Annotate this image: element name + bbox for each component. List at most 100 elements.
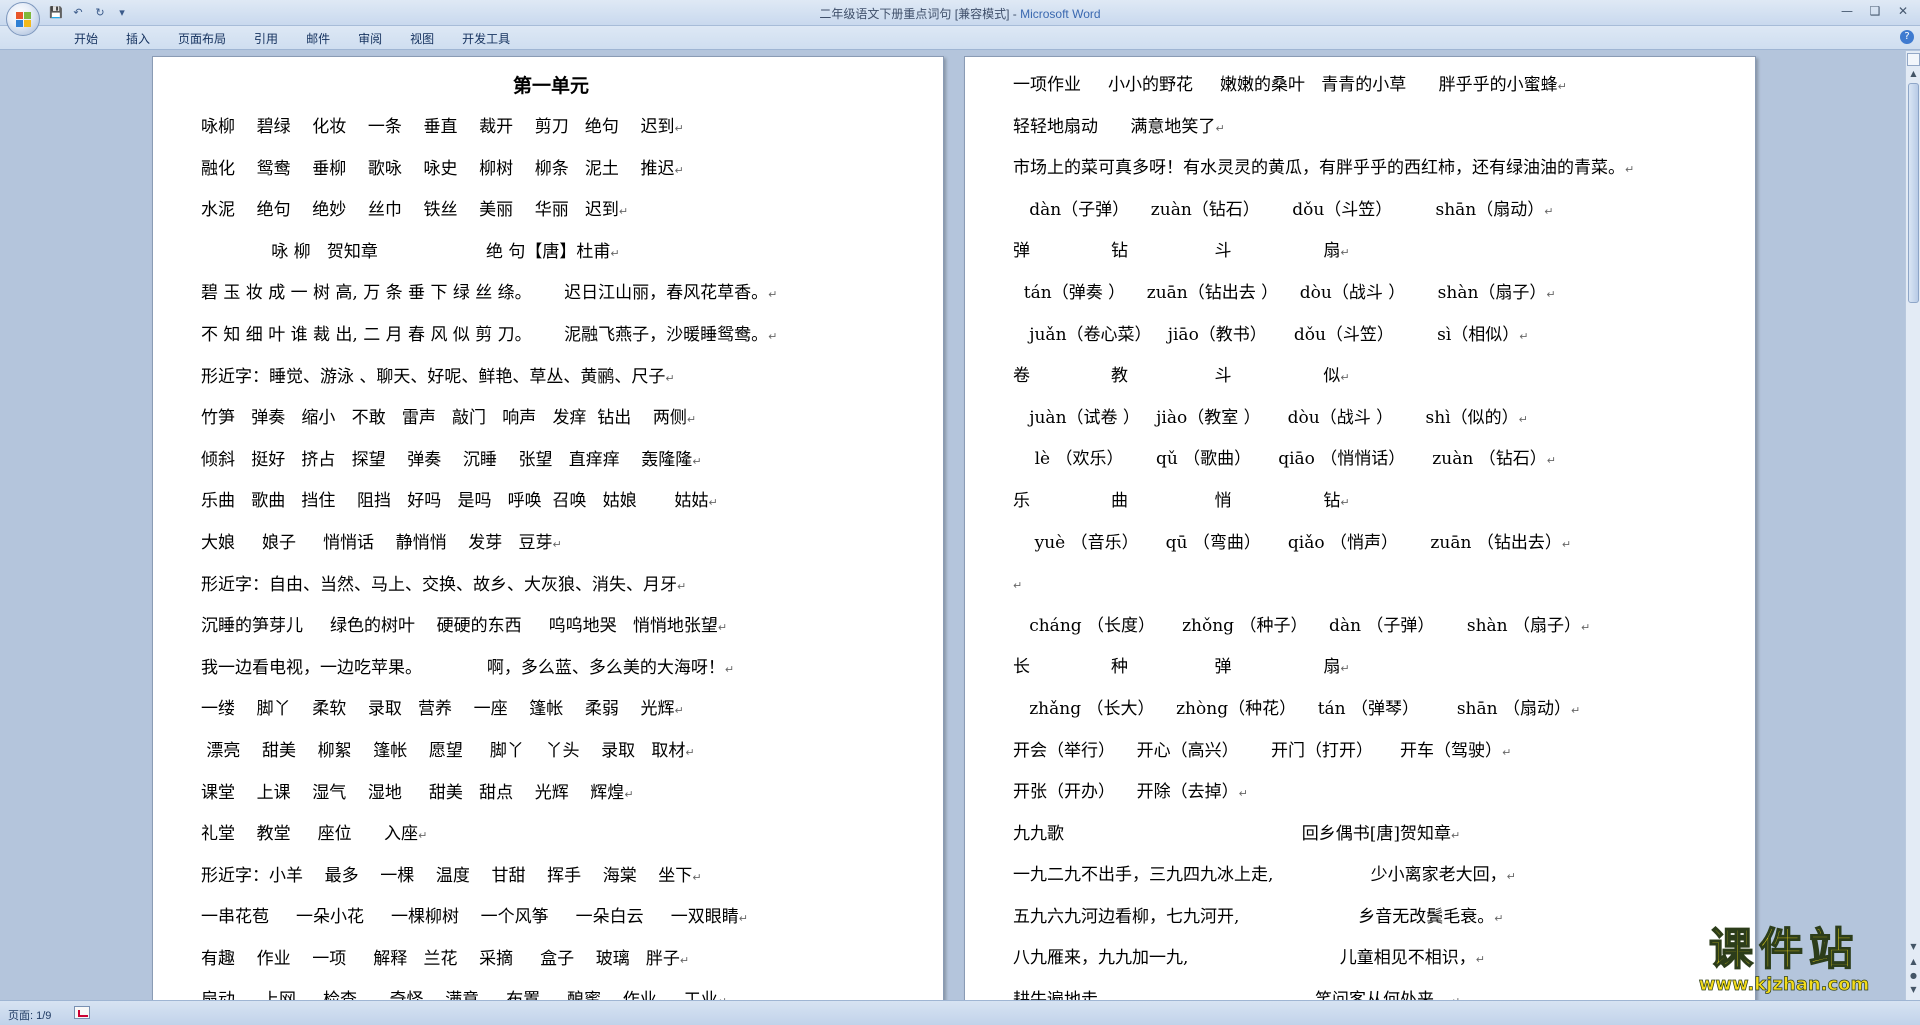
page-right[interactable]: 一项作业 小小的野花 嫩嫩的桑叶 青青的小草 胖乎乎的小蜜蜂↵ 轻轻地扇动 满意地… xyxy=(964,56,1756,1000)
paragraph-mark-icon: ↵ xyxy=(738,912,748,926)
tab-review[interactable]: 审阅 xyxy=(344,30,396,47)
text-line[interactable]: 不 知 细 叶 谁 裁 出, 二 月 春 风 似 剪 刀。 泥融飞燕子，沙暖睡鸳… xyxy=(201,315,901,357)
office-button[interactable] xyxy=(6,2,40,36)
text-line[interactable]: 融化 鸳鸯 垂柳 歌咏 咏史 柳树 柳条 泥土 推迟↵ xyxy=(201,149,901,191)
text-line[interactable]: 咏 柳 贺知章 绝 句【唐】杜甫↵ xyxy=(201,232,901,274)
unit-heading: 第一单元 xyxy=(512,75,589,97)
text-line[interactable]: 五九六九河边看柳，七九河开, 乡音无改鬓毛衰。↵ xyxy=(1013,897,1713,939)
tab-references[interactable]: 引用 xyxy=(240,30,292,47)
proofing-icon[interactable] xyxy=(74,1006,90,1019)
text-line[interactable]: 一缕 脚丫 柔软 录取 营养 一座 篷帐 柔弱 光辉↵ xyxy=(201,689,901,731)
paragraph-mark-icon: ↵ xyxy=(717,621,728,635)
text-line[interactable]: 一项作业 小小的野花 嫩嫩的桑叶 青青的小草 胖乎乎的小蜜蜂↵ xyxy=(1013,65,1713,107)
text-line[interactable]: 礼堂 教堂 座位 入座↵ xyxy=(201,814,901,856)
select-browse-object-icon[interactable]: ● xyxy=(1908,970,1919,982)
text-line[interactable]: 倾斜 挺好 挤占 探望 弹奏 沉睡 张望 直痒痒 轰隆隆↵ xyxy=(201,440,901,482)
paragraph-mark-icon: ↵ xyxy=(1506,870,1516,884)
text-line[interactable]: cháng （长度） zhǒng （种子） dàn （子弹） shàn （扇子）… xyxy=(1013,606,1713,648)
text-line[interactable]: 沉睡的笋芽儿 绿色的树叶 硬硬的东西 呜呜地哭 悄悄地张望↵ xyxy=(201,606,901,648)
text-line[interactable]: 水泥 绝句 绝妙 丝巾 铁丝 美丽 华丽 迟到↵ xyxy=(201,190,901,232)
close-icon[interactable]: ✕ xyxy=(1890,2,1916,20)
text-line[interactable]: tán（弹奏 ） zuān（钻出去 ） dòu（战斗 ） shàn（扇子）↵ xyxy=(1013,273,1713,315)
window-controls: — ❑ ✕ xyxy=(1834,2,1916,20)
line-text: 一串花苞 一朵小花 一棵柳树 一个风筝 一朵白云 一双眼睛 xyxy=(201,907,739,928)
help-icon[interactable]: ? xyxy=(1900,30,1914,44)
tab-page-layout[interactable]: 页面布局 xyxy=(164,30,240,47)
line-text: 课堂 上课 湿气 湿地 甜美 甜点 光辉 辉煌 xyxy=(201,782,625,803)
text-line[interactable]: 竹笋 弹奏 缩小 不敢 雷声 敲门 响声 发痒 钻出 两侧↵ xyxy=(201,398,901,440)
text-line[interactable]: 市场上的菜可真多呀！有水灵灵的黄瓜，有胖乎乎的西红柿，还有绿油油的青菜。↵ xyxy=(1013,148,1713,190)
text-line[interactable]: juàn（试卷 ） jiào（教室 ） dòu（战斗 ） shì（似的）↵ xyxy=(1013,398,1713,440)
maximize-icon[interactable]: ❑ xyxy=(1862,2,1888,20)
scroll-down-icon[interactable]: ▼ xyxy=(1907,940,1920,954)
text-line[interactable]: ↵ xyxy=(1013,564,1713,606)
tab-developer[interactable]: 开发工具 xyxy=(448,30,524,47)
office-logo-icon xyxy=(16,12,32,28)
text-line[interactable]: 我一边看电视，一边吃苹果。 啊，多么蓝、多么美的大海呀！↵ xyxy=(201,648,901,690)
text-line[interactable]: 轻轻地扇动 满意地笑了↵ xyxy=(1013,107,1713,149)
paragraph-mark-icon: ↵ xyxy=(674,122,684,135)
line-text: 水泥 绝句 绝妙 丝巾 铁丝 美丽 华丽 迟到 xyxy=(201,200,619,221)
text-line[interactable]: 形近字：自由、当然、马上、交换、故乡、大灰狼、消失、月牙↵ xyxy=(201,565,901,607)
text-line[interactable]: 扇动 上网 检查 奇怪 满意 布置 酿蜜 作业 工业↵ xyxy=(201,980,901,1000)
tab-home[interactable]: 开始 xyxy=(60,30,112,47)
ruler-toggle-icon[interactable] xyxy=(1907,53,1920,66)
text-line[interactable]: 有趣 作业 一项 解释 兰花 采摘 盒子 玻璃 胖子↵ xyxy=(201,939,901,981)
next-page-icon[interactable]: ▼ xyxy=(1908,984,1919,996)
text-line[interactable]: 课堂 上课 湿气 湿地 甜美 甜点 光辉 辉煌↵ xyxy=(201,773,901,815)
scroll-thumb[interactable] xyxy=(1908,83,1919,303)
document-area[interactable]: 第一单元 咏柳 碧绿 化妆 一条 垂直 裁开 剪刀 绝句 迟到↵ 融化 鸳鸯 垂柳… xyxy=(0,51,1905,1000)
text-line[interactable]: dàn（子弹） zuàn（钻石） dǒu（斗笠） shān（扇动）↵ xyxy=(1013,190,1713,232)
text-line[interactable]: 长 种 弹 扇↵ xyxy=(1013,647,1713,689)
paragraph-mark-icon: ↵ xyxy=(1494,911,1504,925)
text-line[interactable]: 形近字：小羊 最多 一棵 温度 甘甜 挥手 海棠 坐下↵ xyxy=(201,856,901,898)
text-line[interactable]: 弹 钻 斗 扇↵ xyxy=(1013,231,1713,273)
text-line[interactable]: 开张（开办） 开除（去掉）↵ xyxy=(1013,772,1713,814)
text-line[interactable]: 一串花苞 一朵小花 一棵柳树 一个风筝 一朵白云 一双眼睛↵ xyxy=(201,897,901,939)
tab-insert[interactable]: 插入 xyxy=(112,30,164,47)
text-line[interactable]: 开会（举行） 开心（高兴） 开门（打开） 开车（驾驶）↵ xyxy=(1013,731,1713,773)
text-line[interactable]: zhǎng （长大） zhòng（种花） tán （弹琴） shān （扇动）↵ xyxy=(1013,689,1713,731)
page-counter[interactable]: 页面: 1/9 xyxy=(8,1007,51,1023)
line-text: 咏柳 碧绿 化妆 一条 垂直 裁开 剪刀 绝句 迟到 xyxy=(201,117,675,137)
paragraph-mark-icon: ↵ xyxy=(1625,163,1635,177)
text-line[interactable]: 咏柳 碧绿 化妆 一条 垂直 裁开 剪刀 绝句 迟到↵ xyxy=(201,107,901,149)
text-line[interactable]: 卷 教 斗 似↵ xyxy=(1013,356,1713,398)
text-line[interactable]: 大娘 娘子 悄悄话 静悄悄 发芽 豆芽↵ xyxy=(201,523,901,565)
text-line[interactable]: 乐 曲 悄 钻↵ xyxy=(1013,481,1713,523)
paragraph-mark-icon: ↵ xyxy=(1519,329,1529,343)
text-line[interactable]: lè （欢乐） qǔ （歌曲） qiāo （悄悄话） zuàn （钻石）↵ xyxy=(1013,439,1713,481)
ribbon: 开始 插入 页面布局 引用 邮件 审阅 视图 开发工具 ? xyxy=(0,26,1920,50)
line-text: cháng （长度） zhǒng （种子） dàn （子弹） shàn （扇子） xyxy=(1013,615,1582,636)
line-text: 市场上的菜可真多呀！有水灵灵的黄瓜，有胖乎乎的西红柿，还有绿油油的青菜。 xyxy=(1013,158,1625,179)
line-text: 融化 鸳鸯 垂柳 歌咏 咏史 柳树 柳条 泥土 推迟 xyxy=(201,158,675,179)
scroll-up-icon[interactable]: ▲ xyxy=(1907,67,1920,81)
line-text: lè （欢乐） qǔ （歌曲） qiāo （悄悄话） zuàn （钻石） xyxy=(1013,449,1547,470)
text-line[interactable]: 一九二九不出手，三九四九冰上走, 少小离家老大回，↵ xyxy=(1013,855,1713,897)
text-line[interactable]: 八九雁来，九九加一九, 儿童相见不相识，↵ xyxy=(1013,938,1713,980)
page-left-content[interactable]: 第一单元 咏柳 碧绿 化妆 一条 垂直 裁开 剪刀 绝句 迟到↵ 融化 鸳鸯 垂柳… xyxy=(201,65,901,1000)
text-line[interactable]: 形近字：睡觉、游泳 、聊天、好呢、鲜艳、草丛、黄鹂、尺子↵ xyxy=(201,357,901,399)
text-line[interactable]: 碧 玉 妆 成 一 树 高, 万 条 垂 下 绿 丝 绦。 迟日江山丽，春风花草… xyxy=(201,273,901,315)
page-right-content[interactable]: 一项作业 小小的野花 嫩嫩的桑叶 青青的小草 胖乎乎的小蜜蜂↵ 轻轻地扇动 满意地… xyxy=(1013,65,1713,1000)
line-text: 沉睡的笋芽儿 绿色的树叶 硬硬的东西 呜呜地哭 悄悄地张望 xyxy=(201,616,718,637)
text-line[interactable]: 耕牛遍地走。 笑问客从何处来。↵ xyxy=(1013,980,1713,1000)
line-text: 一九二九不出手，三九四九冰上走, 少小离家老大回， xyxy=(1013,865,1507,886)
text-line[interactable]: 九九歌 回乡偶书[唐]贺知章↵ xyxy=(1013,814,1713,856)
minimize-icon[interactable]: — xyxy=(1834,2,1860,20)
text-line[interactable]: juǎn（卷心菜） jiāo（教书） dǒu（斗笠） sì（相似）↵ xyxy=(1013,315,1713,357)
tab-view[interactable]: 视图 xyxy=(396,30,448,47)
line-text: 五九六九河边看柳，七九河开, 乡音无改鬓毛衰。 xyxy=(1013,906,1495,927)
vertical-scrollbar[interactable]: ▲ ▼ ▲ ● ▼ xyxy=(1905,51,1920,1000)
line-text: 不 知 细 叶 谁 裁 出, 二 月 春 风 似 剪 刀。 泥融飞燕子，沙暖睡鸳… xyxy=(201,324,769,345)
line-text: 开会（举行） 开心（高兴） 开门（打开） 开车（驾驶） xyxy=(1013,740,1503,761)
previous-page-icon[interactable]: ▲ xyxy=(1908,956,1919,968)
tab-mailings[interactable]: 邮件 xyxy=(292,30,344,47)
line-text: 一缕 脚丫 柔软 录取 营养 一座 篷帐 柔弱 光辉 xyxy=(201,699,675,720)
paragraph-mark-icon: ↵ xyxy=(724,662,735,676)
text-line[interactable]: yuè （音乐） qū （弯曲） qiǎo （悄声） zuān （钻出去）↵ xyxy=(1013,523,1713,565)
text-line[interactable]: 漂亮 甜美 柳絮 篷帐 愿望 脚丫 丫头 录取 取材↵ xyxy=(201,731,901,773)
page-left[interactable]: 第一单元 咏柳 碧绿 化妆 一条 垂直 裁开 剪刀 绝句 迟到↵ 融化 鸳鸯 垂柳… xyxy=(152,56,944,1000)
line-text: 开张（开办） 开除（去掉） xyxy=(1013,782,1239,803)
text-line[interactable]: 乐曲 歌曲 挡住 阻挡 好吗 是吗 呼唤 召唤 姑娘 姑姑↵ xyxy=(201,481,901,523)
